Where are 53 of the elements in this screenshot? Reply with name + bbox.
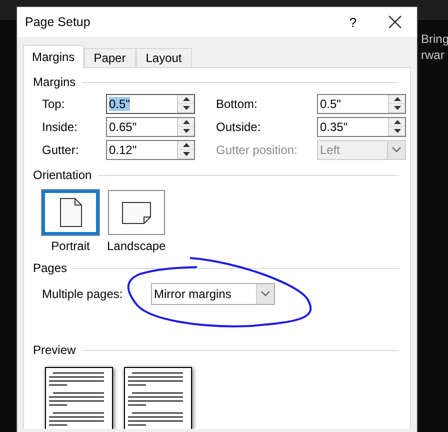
spin-down-button[interactable] <box>389 127 405 136</box>
help-button[interactable]: ? <box>343 12 363 32</box>
section-heading: Preview <box>33 343 76 357</box>
spin-down-button[interactable] <box>178 127 194 136</box>
spin-up-button[interactable] <box>178 118 194 127</box>
spin-field[interactable]: 0.5" <box>317 94 406 114</box>
spin-down-button[interactable] <box>389 104 405 113</box>
arrow-up-icon <box>394 97 400 101</box>
arrow-down-icon <box>182 152 190 156</box>
close-icon <box>388 15 402 29</box>
arrow-up-icon <box>182 120 190 124</box>
field-label: Inside: <box>42 119 78 136</box>
arrow-down-icon <box>394 106 400 110</box>
tab[interactable]: Margins <box>23 45 84 68</box>
ribbon-label[interactable]: Bring <box>421 32 448 46</box>
spin-field[interactable]: 0.65" <box>106 117 195 137</box>
spin-up-button[interactable] <box>389 118 405 127</box>
field-label: Bottom: <box>215 96 258 113</box>
landscape-button[interactable] <box>108 190 165 235</box>
portrait-button[interactable] <box>42 190 99 235</box>
chevron-down-icon <box>261 291 270 297</box>
field-label: Multiple pages: <box>42 286 124 303</box>
spin-field[interactable]: 0.12" <box>106 140 195 160</box>
section-heading: Margins <box>33 75 76 89</box>
section-heading: Pages <box>33 261 68 275</box>
spin-up-button[interactable] <box>389 95 405 104</box>
field-label: Gutter: <box>42 142 80 159</box>
spin-down-button[interactable] <box>178 150 194 159</box>
tab[interactable]: Paper <box>84 48 136 67</box>
option-label: Portrait <box>51 239 90 253</box>
arrow-up-icon <box>182 97 190 101</box>
arrow-down-icon <box>182 129 190 133</box>
window-title: Page Setup <box>25 15 92 29</box>
spin-up-button[interactable] <box>178 141 194 150</box>
arrow-up-icon <box>394 120 400 124</box>
spin-field[interactable]: 0.5" <box>106 94 195 114</box>
field-label: Gutter position: <box>215 142 298 159</box>
landscape-page-icon <box>122 202 151 224</box>
field-label: Outside: <box>215 119 262 136</box>
arrow-down-icon <box>394 129 400 133</box>
arrow-down-icon <box>182 106 190 110</box>
option-label: Landscape <box>107 239 166 253</box>
tab[interactable]: Layout <box>136 48 192 67</box>
portrait-page-icon <box>60 198 82 227</box>
field-label: Top: <box>42 96 66 113</box>
section-heading: Orientation <box>33 168 92 182</box>
chevron-down-icon <box>392 147 401 153</box>
spin-field[interactable]: 0.35" <box>317 117 406 137</box>
spin-up-button[interactable] <box>178 95 194 104</box>
spin-down-button[interactable] <box>178 104 194 113</box>
arrow-up-icon <box>182 143 190 147</box>
ribbon-label[interactable]: rwar <box>421 48 448 62</box>
dropdown[interactable]: Mirror margins <box>151 283 275 305</box>
